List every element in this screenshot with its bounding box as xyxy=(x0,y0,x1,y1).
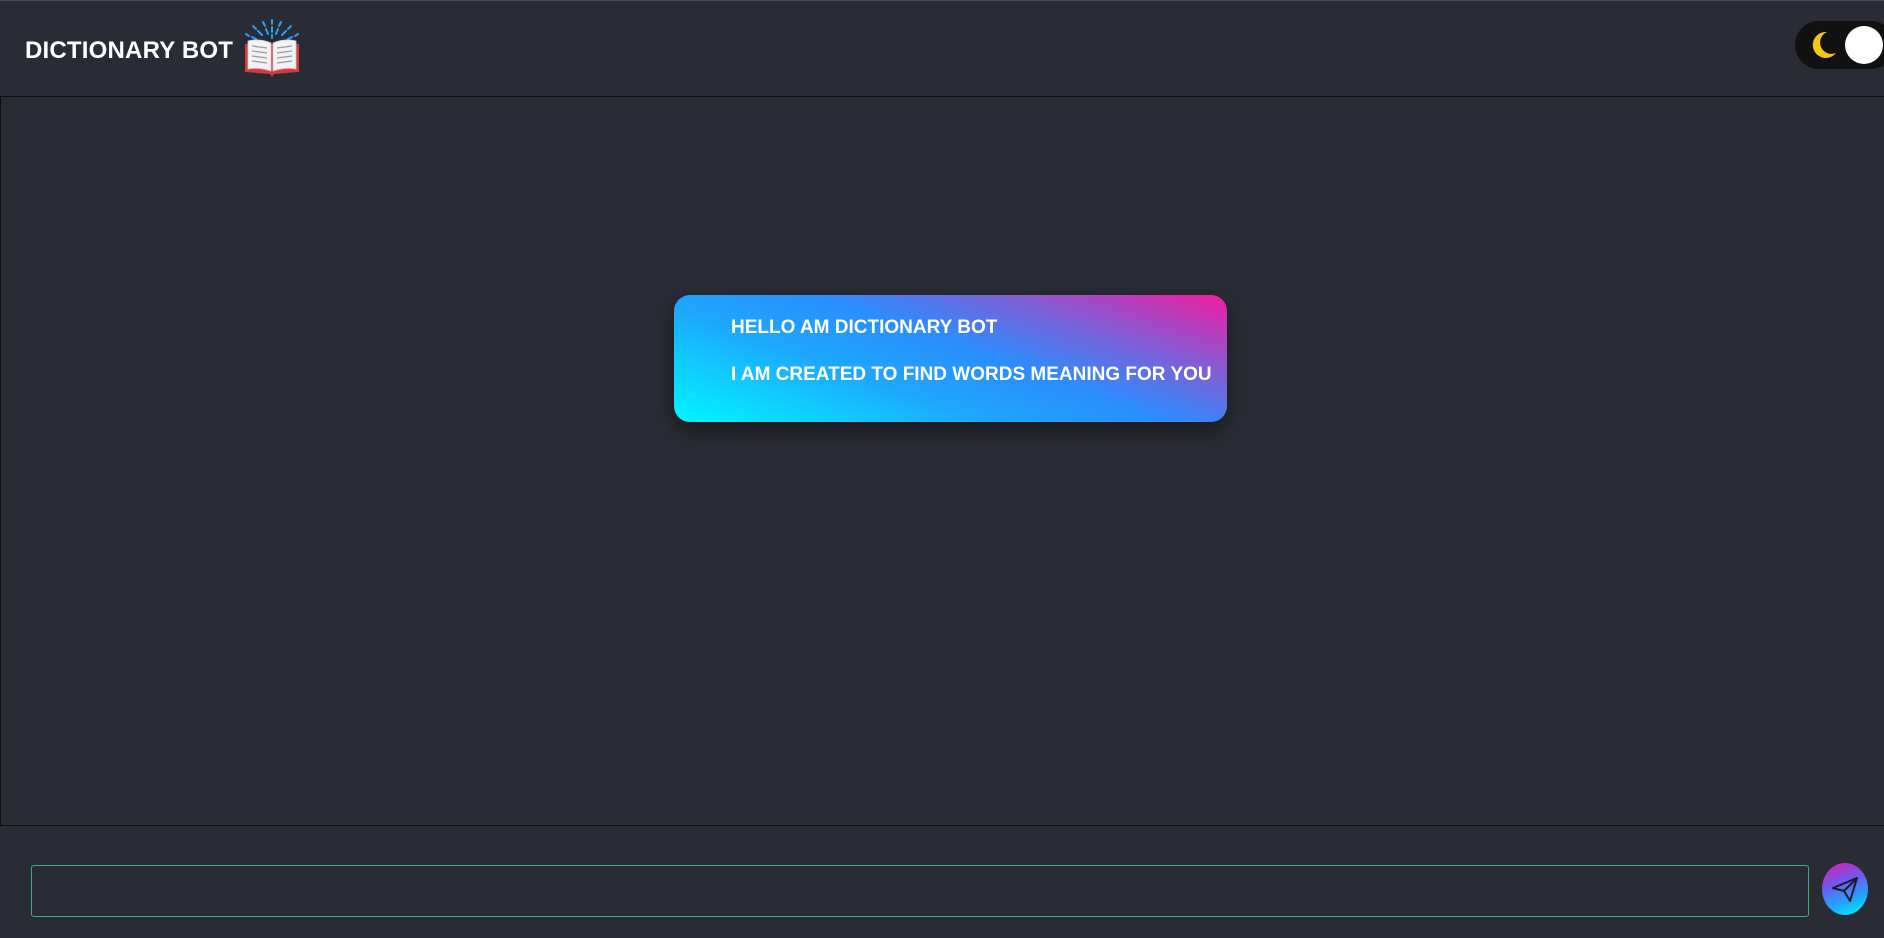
app-title: DICTIONARY BOT xyxy=(25,37,234,64)
send-button[interactable] xyxy=(1822,863,1868,915)
bot-message: HELLO AM DICTIONARY BOT I AM CREATED TO … xyxy=(674,295,1227,422)
header: DICTIONARY BOT xyxy=(0,0,1884,97)
toggle-knob[interactable] xyxy=(1845,26,1883,64)
message-input[interactable] xyxy=(31,865,1809,917)
brand: DICTIONARY BOT xyxy=(25,19,303,79)
bot-message-line: I AM CREATED TO FIND WORDS MEANING FOR Y… xyxy=(731,364,1212,385)
paper-plane-icon xyxy=(1831,875,1859,903)
moon-icon xyxy=(1807,29,1839,61)
theme-toggle[interactable] xyxy=(1795,21,1884,69)
bot-message-line: HELLO AM DICTIONARY BOT xyxy=(731,317,998,338)
app-root: DICTIONARY BOT HELLO AM DICTIONARY BOT I… xyxy=(0,0,1884,938)
chat-area: HELLO AM DICTIONARY BOT I AM CREATED TO … xyxy=(0,96,1884,826)
open-book-sparkles-icon xyxy=(241,16,303,78)
